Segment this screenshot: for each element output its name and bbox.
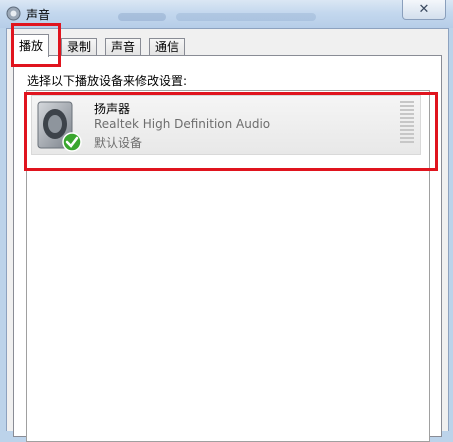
- tab-label: 录制: [67, 40, 92, 54]
- tab-sounds[interactable]: 声音: [105, 38, 142, 56]
- window-title: 声音: [26, 8, 51, 22]
- tab-recording[interactable]: 录制: [61, 38, 98, 56]
- close-icon: ✕: [418, 2, 430, 17]
- highlight-tab: [11, 23, 61, 67]
- tab-label: 通信: [155, 40, 180, 54]
- highlight-device: [24, 92, 438, 171]
- panel-hint: 选择以下播放设备来修改设置:: [27, 74, 188, 88]
- tab-label: 声音: [111, 40, 136, 54]
- title-blur: [176, 13, 316, 21]
- tab-communications[interactable]: 通信: [149, 38, 186, 56]
- close-button[interactable]: ✕: [402, 0, 446, 20]
- speaker-icon: [6, 6, 21, 21]
- dialog-body: 播放 录制 声音 通信 选择以下播放设备来修改设置: 扬声器 Realtek H…: [6, 28, 449, 442]
- title-bar: 声音 ✕: [0, 0, 453, 28]
- title-blur: [118, 13, 166, 21]
